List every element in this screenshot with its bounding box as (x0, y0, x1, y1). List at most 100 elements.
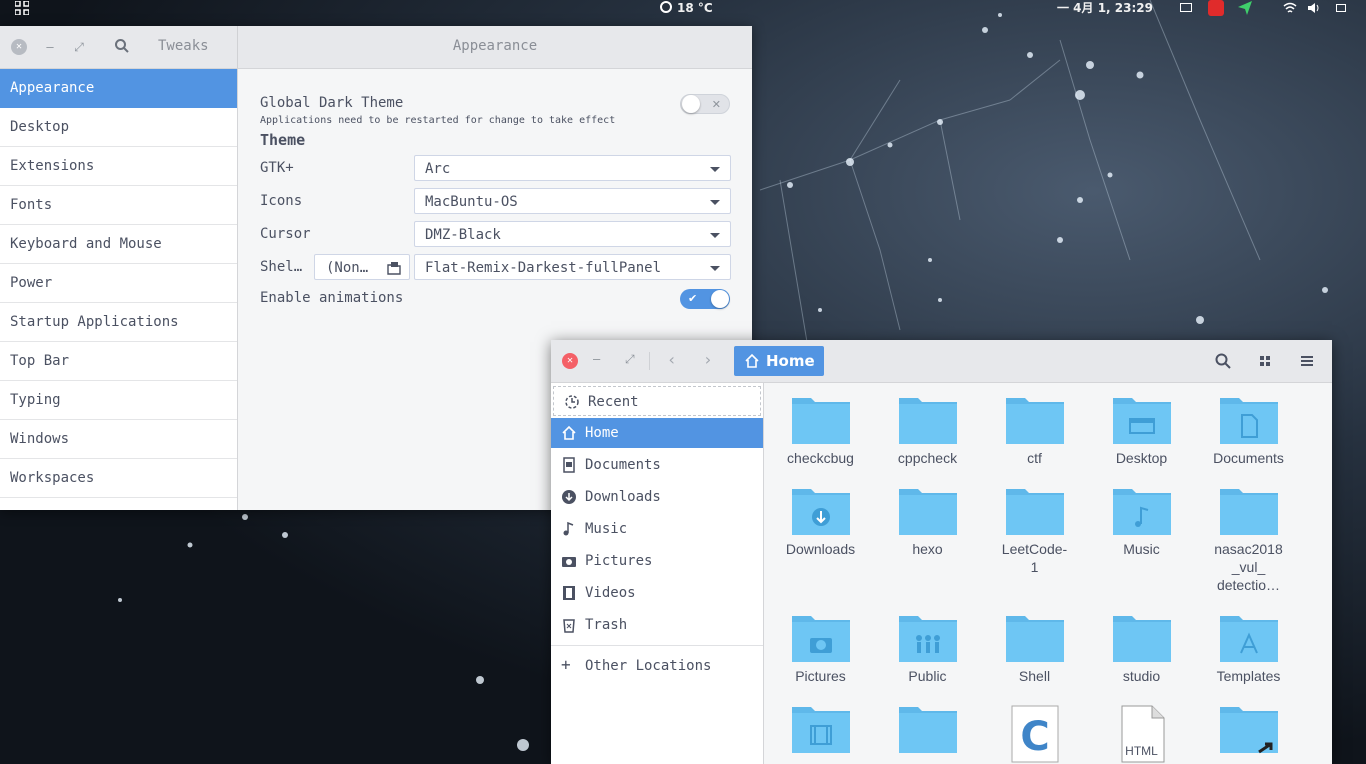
theme-heading: Theme (260, 131, 306, 149)
forward-arrow-icon[interactable]: › (703, 350, 713, 369)
cursor-theme-value: DMZ-Black (425, 227, 501, 243)
sidebar-item-pictures[interactable]: Pictures (551, 546, 763, 576)
sidebar-item-keyboard-mouse[interactable]: Keyboard and Mouse (0, 225, 237, 264)
file-item[interactable] (767, 704, 874, 758)
sidebar-item-workspaces[interactable]: Workspaces (0, 459, 237, 498)
sidebar-item-downloads[interactable]: Downloads (551, 482, 763, 512)
gtk-theme-value: Arc (425, 161, 451, 177)
search-icon[interactable] (1214, 352, 1232, 370)
shell-theme-select[interactable]: Flat-Remix-Darkest-fullPanel (414, 254, 731, 280)
sidebar-item-fonts[interactable]: Fonts (0, 186, 237, 225)
file-item[interactable]: nasac2018 _vul_ detectio… (1195, 486, 1302, 594)
sidebar-item-power[interactable]: Power (0, 264, 237, 303)
sidebar-item-music[interactable]: Music (551, 514, 763, 544)
folder-icon (1195, 486, 1302, 536)
grid-view-icon[interactable] (1256, 352, 1274, 370)
file-item[interactable]: C (981, 704, 1088, 764)
sidebar-item-desktop[interactable]: Desktop (0, 108, 237, 147)
file-item[interactable]: cppcheck (874, 395, 981, 467)
cursor-label: Cursor (260, 226, 311, 242)
gtk-label: GTK+ (260, 160, 294, 176)
cursor-theme-select[interactable]: DMZ-Black (414, 221, 731, 247)
chevron-down-icon (710, 200, 720, 205)
shell-theme-value: Flat-Remix-Darkest-fullPanel (425, 260, 662, 276)
sidebar-item-top-bar[interactable]: Top Bar (0, 342, 237, 381)
sidebar-item-recent[interactable]: Recent (553, 386, 761, 416)
file-item[interactable]: HTML (1088, 704, 1195, 763)
file-name: Public (908, 668, 947, 684)
folder-icon (981, 613, 1088, 663)
folder-icon (767, 395, 874, 445)
folder-icon (981, 395, 1088, 445)
file-item[interactable]: Documents (1195, 395, 1302, 467)
file-item[interactable]: Templates (1195, 613, 1302, 685)
file-name: hexo (912, 541, 943, 557)
path-bar-home-button[interactable]: Home (734, 346, 824, 376)
menu-icon[interactable] (1298, 352, 1316, 370)
file-item[interactable]: Desktop (1088, 395, 1195, 467)
tweaks-headerbar: ✕ – ⤢ Tweaks Appearance (0, 26, 752, 69)
keyboard-icon[interactable] (1180, 3, 1192, 12)
search-icon[interactable] (114, 38, 130, 54)
sidebar-item-extensions[interactable]: Extensions (0, 147, 237, 186)
shell-file-chooser[interactable]: (Non… (314, 254, 410, 280)
file-item[interactable]: Public (874, 613, 981, 685)
sidebar-item-trash[interactable]: Trash (551, 610, 763, 640)
switch-knob (711, 290, 729, 308)
file-item[interactable] (1195, 704, 1302, 758)
icons-theme-select[interactable]: MacBuntu-OS (414, 188, 731, 214)
weather-text[interactable]: 18 °C (677, 0, 713, 16)
close-button[interactable]: ✕ (562, 353, 578, 369)
file-item[interactable]: Pictures (767, 613, 874, 685)
sidebar-item-documents[interactable]: Documents (551, 450, 763, 480)
sidebar-item-typing[interactable]: Typing (0, 381, 237, 420)
folder-icon (874, 704, 981, 754)
volume-icon[interactable] (1307, 1, 1321, 15)
global-dark-theme-switch[interactable]: ✕ (680, 94, 730, 114)
clock[interactable]: 一 4月 1, 23:29 (1057, 0, 1153, 16)
chevron-down-icon (710, 266, 720, 271)
file-name: HTML (1125, 744, 1158, 758)
file-item[interactable]: Shell (981, 613, 1088, 685)
sidebar-item-home[interactable]: Home (551, 418, 763, 448)
gtk-theme-select[interactable]: Arc (414, 155, 731, 181)
file-item[interactable] (874, 704, 981, 758)
enable-animations-switch[interactable]: ✔ (680, 289, 730, 309)
wifi-icon[interactable] (1283, 1, 1297, 15)
sidebar-item-startup-applications[interactable]: Startup Applications (0, 303, 237, 342)
folder-icon (981, 486, 1088, 536)
sidebar-item-label: Downloads (585, 489, 661, 505)
minimize-button[interactable]: – (42, 39, 58, 55)
back-arrow-icon[interactable]: ‹ (667, 350, 677, 369)
maximize-button[interactable]: ⤢ (71, 39, 87, 55)
file-item[interactable]: checkcbug (767, 395, 874, 467)
sidebar-item-label: Other Locations (585, 658, 712, 674)
sidebar-item-appearance[interactable]: Appearance (0, 69, 237, 108)
switch-knob (682, 95, 700, 113)
sidebar-item-label: Home (585, 425, 619, 441)
sidebar-item-other-locations[interactable]: + Other Locations (551, 651, 763, 681)
battery-icon[interactable] (1336, 4, 1346, 12)
file-item[interactable]: ctf (981, 395, 1088, 467)
minimize-button[interactable]: – (593, 352, 600, 366)
file-item[interactable]: Downloads (767, 486, 874, 558)
file-item[interactable]: LeetCode- 1 (981, 486, 1088, 576)
header-separator (649, 352, 650, 370)
shell-file-value: (Non… (326, 260, 369, 276)
close-button[interactable]: ✕ (11, 39, 27, 55)
sidebar-item-videos[interactable]: Videos (551, 578, 763, 608)
file-item[interactable]: Music (1088, 486, 1195, 558)
folder-pictures-icon (767, 613, 874, 663)
file-item[interactable]: hexo (874, 486, 981, 558)
netease-music-icon[interactable] (1208, 0, 1224, 16)
enable-animations-label: Enable animations (260, 290, 404, 306)
camera-icon (562, 557, 576, 567)
maximize-button[interactable]: ⤢ (625, 352, 635, 367)
file-item[interactable]: studio (1088, 613, 1195, 685)
icons-theme-value: MacBuntu-OS (425, 194, 518, 210)
sidebar-item-windows[interactable]: Windows (0, 420, 237, 459)
send-icon[interactable] (1238, 1, 1252, 15)
folder-desktop-icon (1088, 395, 1195, 445)
film-icon (563, 586, 575, 600)
activities-grid-icon[interactable] (15, 1, 29, 15)
